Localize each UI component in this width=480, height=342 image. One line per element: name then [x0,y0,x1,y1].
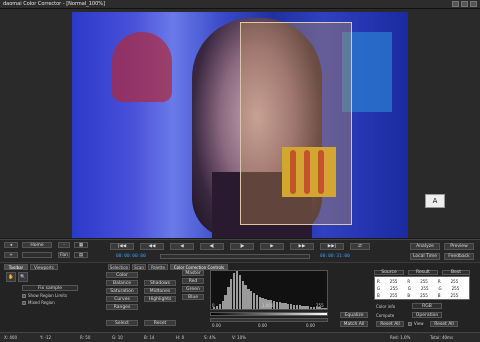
prev-button[interactable]: ◂ [4,242,18,248]
green-button[interactable]: Green [182,286,204,292]
timecode-out: 00:00:31:00 [320,254,350,259]
equalize-button[interactable]: Equalize [340,312,368,318]
table-row: R 255 R 255 R 255 [377,279,459,284]
view-checkbox[interactable] [408,322,412,326]
reset-all-button[interactable]: Reset All [376,321,404,327]
frame-back-button[interactable]: ◀| [200,243,224,250]
minus-button[interactable]: - [58,242,70,248]
transport-bar: ◂ Home - ▦ + Fan ▤ |◀◀ ◀◀ ◀ ◀| |▶ ▶ ▶▶ ▶… [0,239,480,262]
red-button[interactable]: Red [182,278,204,284]
zoom-icon[interactable]: 🔍 [18,272,28,282]
status-item: H: 0 [176,335,185,340]
feedback-button[interactable]: Feedback [444,253,474,260]
output-slider-2[interactable] [210,318,328,322]
color-button[interactable]: Color [106,272,138,278]
home-button[interactable]: Home [22,242,52,248]
split-compare-overlay[interactable] [240,22,352,225]
reset-all-button-2[interactable]: Reset All [430,321,458,327]
minimize-button[interactable] [452,1,459,7]
fan-button[interactable]: Fan [58,252,70,258]
preview-image[interactable] [72,12,408,238]
close-button[interactable] [470,1,477,7]
window-controls [452,1,477,7]
slider-label-1: 0.00 [212,323,221,328]
compute-label: Compute [376,313,395,318]
play-button[interactable]: ▶ [260,243,284,250]
color-info-label: Color info [376,304,396,309]
tab-scan[interactable]: Scan [132,264,146,270]
preview-button[interactable]: Preview [444,243,474,250]
ranges-button[interactable]: Ranges [106,304,138,310]
loop-button[interactable]: ⇄ [350,243,370,250]
midtones-button[interactable]: Midtones [144,288,176,294]
status-item: G: 10 [112,335,123,340]
balance-button[interactable]: Balance [106,280,138,286]
mixed-region-label: Mixed Region [28,300,55,305]
eyedropper-icon[interactable]: ✋ [6,272,16,282]
step-back-button[interactable]: ◀◀ [140,243,164,250]
select-button[interactable]: Select [106,320,138,326]
go-start-button[interactable]: |◀◀ [110,243,134,250]
background-art-left [112,32,172,102]
tab-palette[interactable]: Palette [148,264,168,270]
status-item: V: 10% [232,335,246,340]
view-label: View [414,321,424,326]
go-end-button[interactable]: ▶▶| [320,243,344,250]
timecode-in: 00:00:00:00 [116,254,146,259]
slider-label-2: 0.00 [258,323,267,328]
plus-button[interactable]: + [4,252,18,258]
tab-selection[interactable]: Selection [108,264,130,270]
tab-toolbar[interactable]: Toolbar [4,264,28,270]
mixed-region-checkbox[interactable] [22,301,26,305]
compute-select[interactable]: Operation [412,312,442,318]
highlights-button[interactable]: Highlights [144,296,176,302]
show-region-label: Show Region Limits [28,293,68,298]
histogram-min-label: 0 [212,303,215,308]
status-item: B: 14 [144,335,155,340]
master-button[interactable]: Master [182,270,204,276]
best-header: Best [442,270,470,275]
local-time-button[interactable]: Local Time [410,253,440,260]
tab-viewports[interactable]: Viewports [30,264,58,270]
grid-button[interactable]: ▦ [74,242,88,248]
saturation-button[interactable]: Saturation [106,288,138,294]
status-item: Total: 40ms [430,335,454,340]
title-bar: daomai Color Corrector - [Normal_100%] [0,0,480,9]
status-item: Y: -12 [40,335,52,340]
shadows-button[interactable]: Shadows [144,280,176,286]
source-header: Source [374,270,404,275]
maximize-button[interactable] [461,1,468,7]
blue-button[interactable]: Blue [182,294,204,300]
status-item: X: 400 [4,335,17,340]
histogram-gamma-label: 1.000 [262,303,274,308]
slider-label-3: 0.00 [306,323,315,328]
result-header: Result [408,270,438,275]
status-item: S: 4% [204,335,216,340]
color-values-table: R 255 R 255 R 255 G 255 G 255 G 255 B 255 B 255 … [374,276,470,300]
histogram-max-label: 255 [316,303,324,308]
fix-sample-select[interactable]: Fix sample [22,285,78,291]
curves-button[interactable]: Curves [106,296,138,302]
status-item: Red: 1.0% [390,335,411,340]
table-row: G 255 G 255 G 255 [377,286,460,291]
language-icon[interactable]: A [425,194,445,208]
table-row: B 255 B 255 B 255 [377,293,459,298]
status-bar: X: 400 Y: -12 R: 50 G: 10 B: 14 H: 0 S: 4% V: 1… [0,332,480,342]
output-slider-1[interactable] [210,312,328,316]
reset-button[interactable]: Reset [144,320,176,326]
histogram-bar [324,308,327,309]
window-title: daomai Color Corrector - [Normal_100%] [3,1,105,7]
status-item: R: 50 [80,335,91,340]
play-back-button[interactable]: ◀ [170,243,194,250]
image-viewer: A [0,9,480,238]
frame-forward-button[interactable]: |▶ [230,243,254,250]
layout-button[interactable]: ▤ [74,252,88,258]
match-all-button[interactable]: Match All [340,321,368,327]
show-region-checkbox[interactable] [22,294,26,298]
timeline-track[interactable] [160,254,310,259]
color-info-select[interactable]: RGB [412,303,442,309]
step-forward-button[interactable]: ▶▶ [290,243,314,250]
analyze-button[interactable]: Analyze [410,243,440,250]
slider-bar[interactable] [22,252,52,258]
